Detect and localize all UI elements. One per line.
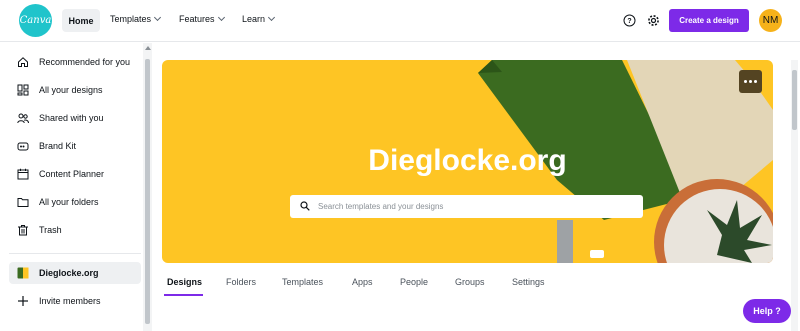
- canva-logo[interactable]: Canva: [19, 4, 52, 37]
- sidebar-item-label: Dieglocke.org: [39, 268, 99, 278]
- sidebar-item-label: Content Planner: [39, 169, 105, 179]
- sidebar-item-content-planner[interactable]: Content Planner: [9, 163, 141, 185]
- nav-features-label: Features: [179, 14, 215, 24]
- tab-apps[interactable]: Apps: [352, 277, 373, 287]
- active-tab-indicator: [164, 294, 203, 296]
- trash-icon: [17, 224, 29, 236]
- sidebar-item-label: Shared with you: [39, 113, 104, 123]
- nav-learn-label: Learn: [242, 14, 266, 24]
- tab-templates[interactable]: Templates: [282, 277, 323, 287]
- tab-designs[interactable]: Designs: [167, 277, 202, 287]
- logo-text: Canva: [19, 15, 52, 26]
- nav-home[interactable]: Home: [62, 9, 100, 32]
- team-banner: Dieglocke.org: [162, 60, 773, 263]
- banner-title: Dieglocke.org: [368, 144, 567, 177]
- people-icon: [17, 112, 29, 124]
- more-options-icon[interactable]: [739, 70, 762, 93]
- sidebar-item-label: All your folders: [39, 197, 99, 207]
- svg-text:?: ?: [627, 18, 631, 25]
- calendar-icon: [17, 168, 29, 180]
- sidebar-item-brand-kit[interactable]: Brand Kit: [9, 135, 141, 157]
- sidebar: Recommended for you All your designs Sha…: [0, 43, 152, 331]
- sidebar-item-label: Brand Kit: [39, 141, 77, 151]
- pen-shape: [557, 220, 573, 263]
- search-input[interactable]: [318, 202, 618, 211]
- plus-icon: [17, 295, 29, 307]
- gear-icon[interactable]: [645, 12, 661, 28]
- grid-icon: [17, 84, 29, 96]
- sidebar-item-label: All your designs: [39, 85, 103, 95]
- avatar[interactable]: NM: [759, 9, 782, 32]
- sidebar-divider: [9, 253, 141, 254]
- sidebar-item-label: Trash: [39, 225, 62, 235]
- sidebar-item-shared[interactable]: Shared with you: [9, 107, 141, 129]
- sidebar-item-label: Recommended for you: [39, 57, 131, 67]
- chevron-down-icon: [153, 13, 162, 22]
- nav-learn[interactable]: Learn: [242, 13, 276, 24]
- chevron-down-icon: [267, 13, 276, 22]
- sidebar-item-trash[interactable]: Trash: [9, 219, 141, 241]
- help-button[interactable]: Help ?: [743, 299, 791, 323]
- sidebar-item-invite[interactable]: Invite members: [9, 290, 141, 312]
- tab-folders[interactable]: Folders: [226, 277, 256, 287]
- search-icon: [300, 198, 310, 216]
- create-design-button[interactable]: Create a design: [669, 9, 749, 32]
- nav-features[interactable]: Features: [179, 13, 225, 24]
- sidebar-scroll-thumb[interactable]: [145, 59, 150, 324]
- search-bar[interactable]: [290, 195, 643, 218]
- scroll-up-arrow-icon[interactable]: [145, 46, 151, 50]
- team-avatar-icon: [17, 267, 29, 279]
- chevron-down-icon: [217, 13, 225, 22]
- tab-groups[interactable]: Groups: [455, 277, 485, 287]
- nav-templates-label: Templates: [110, 14, 152, 24]
- sidebar-item-all-designs[interactable]: All your designs: [9, 79, 141, 101]
- sidebar-item-team[interactable]: Dieglocke.org: [9, 262, 141, 284]
- home-icon: [17, 56, 29, 68]
- top-navigation: Canva Home Templates Features Learn ? Cr…: [0, 0, 800, 42]
- main-content: Dieglocke.org Designs Folders Templates …: [152, 43, 800, 331]
- tab-settings[interactable]: Settings: [512, 277, 545, 287]
- sidebar-item-folders[interactable]: All your folders: [9, 191, 141, 213]
- nav-templates[interactable]: Templates: [110, 13, 162, 24]
- tab-people[interactable]: People: [400, 277, 428, 287]
- sidebar-item-recommended[interactable]: Recommended for you: [9, 51, 141, 73]
- eraser-shape: [590, 250, 604, 258]
- help-icon[interactable]: ?: [621, 12, 637, 28]
- folder-icon: [17, 196, 29, 208]
- brand-kit-icon: [17, 140, 29, 152]
- team-tabs: Designs Folders Templates Apps People Gr…: [162, 271, 773, 297]
- sidebar-item-label: Invite members: [39, 296, 101, 306]
- main-scroll-thumb[interactable]: [792, 70, 797, 130]
